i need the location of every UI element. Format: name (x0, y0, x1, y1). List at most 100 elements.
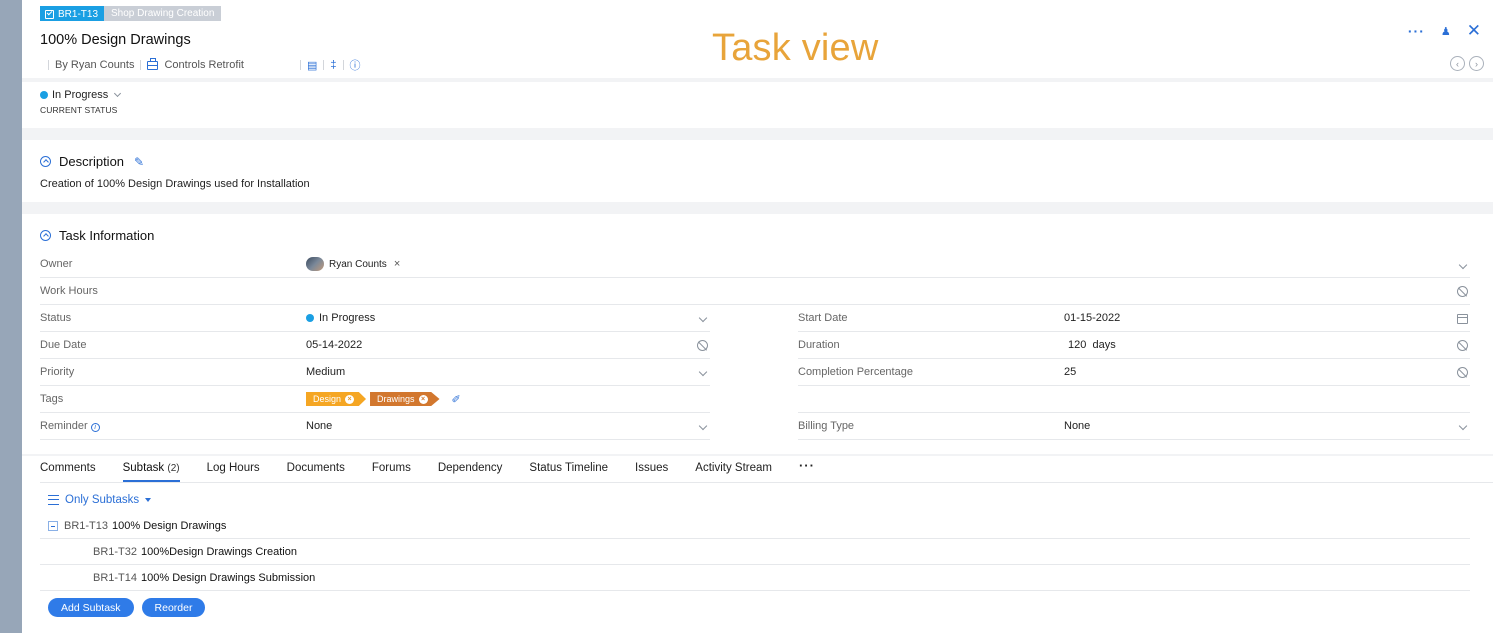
chevron-down-icon[interactable] (698, 421, 708, 432)
subtask-name[interactable]: 100% Design Drawings (112, 520, 226, 532)
priority-value[interactable]: Medium (306, 366, 345, 378)
close-icon[interactable]: ✕ (1467, 22, 1481, 39)
caret-down-icon (145, 498, 152, 502)
reminder-value[interactable]: None (306, 420, 332, 432)
completion-value[interactable]: 25 (1064, 366, 1076, 378)
subtask-parent-row[interactable]: BR1-T13 100% Design Drawings (40, 514, 1470, 539)
due-date-value[interactable]: 05-14-2022 (306, 339, 362, 351)
billing-type-value[interactable]: None (1064, 420, 1090, 432)
tasklist-badge[interactable]: Shop Drawing Creation (104, 6, 222, 21)
status-row[interactable]: Status In Progress (40, 305, 710, 332)
breadcrumb: BR1-T13 Shop Drawing Creation (40, 6, 222, 21)
task-id-badge[interactable]: BR1-T13 (40, 6, 105, 21)
add-subtask-button[interactable]: Add Subtask (48, 598, 134, 617)
subtask-name[interactable]: 100%Design Drawings Creation (141, 546, 297, 558)
due-date-row[interactable]: Due Date 05-14-2022 (40, 332, 710, 359)
owner-value[interactable]: Ryan Counts × (306, 257, 400, 271)
hidden-icon[interactable] (1457, 340, 1468, 354)
status-dot (40, 91, 48, 99)
task-header: BR1-T13 Shop Drawing Creation 100% Desig… (22, 0, 1493, 78)
subtask-row[interactable]: BR1-T14 100% Design Drawings Submission (40, 566, 1470, 591)
collapse-icon[interactable] (40, 156, 51, 167)
reminder-row[interactable]: Reminder i None (40, 413, 710, 440)
subtask-row[interactable]: BR1-T32 100%Design Drawings Creation (40, 540, 1470, 565)
start-date-row[interactable]: Start Date 01-15-2022 (798, 305, 1470, 332)
subtask-id: BR1-T32 (93, 546, 138, 558)
tab-log-hours[interactable]: Log Hours (207, 456, 260, 482)
description-text[interactable]: Creation of 100% Design Drawings used fo… (40, 178, 310, 190)
prev-icon[interactable]: ‹ (1450, 56, 1465, 71)
hidden-icon[interactable] (1457, 286, 1468, 300)
more-icon[interactable]: ··· (1408, 24, 1425, 38)
duration-value[interactable]: 120 days (1068, 339, 1116, 351)
tags-row-spacer (798, 386, 1470, 413)
tab-subtask[interactable]: Subtask (2) (122, 456, 180, 482)
tab-activity-stream[interactable]: Activity Stream (695, 456, 772, 482)
description-header[interactable]: Description ✎ (40, 154, 144, 169)
tag-design[interactable]: Design × (306, 392, 367, 406)
subtask-filter-dropdown[interactable]: Only Subtasks (48, 494, 152, 506)
work-hours-row[interactable]: Work Hours (40, 278, 1470, 305)
start-date-value[interactable]: 01-15-2022 (1064, 312, 1120, 324)
calendar-icon[interactable] (1457, 314, 1468, 327)
edit-icon[interactable]: ✎ (134, 155, 144, 169)
owner-row[interactable]: Owner Ryan Counts × (40, 251, 1470, 278)
chevron-down-icon[interactable] (698, 367, 708, 378)
tab-status-timeline[interactable]: Status Timeline (529, 456, 608, 482)
add-tag-icon[interactable]: ✐ (452, 393, 461, 406)
divider (40, 482, 1493, 483)
tags-row[interactable]: Tags Design × Drawings × ✐ (40, 386, 710, 413)
hidden-icon[interactable] (697, 340, 708, 354)
task-information-section: Task Information Owner Ryan Counts × Wor… (22, 214, 1493, 454)
description-heading: Description (59, 154, 125, 169)
collapse-toggle-icon[interactable] (48, 521, 58, 531)
next-icon[interactable]: › (1469, 56, 1484, 71)
remove-tag-icon[interactable]: × (418, 394, 428, 404)
tab-documents[interactable]: Documents (287, 456, 345, 482)
task-id-label: BR1-T13 (58, 8, 99, 20)
remove-tag-icon[interactable]: × (345, 394, 355, 404)
billing-type-row[interactable]: Billing Type None (798, 413, 1470, 440)
list-icon (48, 495, 59, 505)
chevron-down-icon[interactable] (1458, 421, 1468, 432)
remove-owner-icon[interactable]: × (394, 258, 400, 270)
task-meta: By Ryan Counts Controls Retrofit ▤ ‡ ⓘ (42, 57, 361, 73)
person-share-icon[interactable]: ♟ (1441, 25, 1451, 38)
task-info-header[interactable]: Task Information (40, 228, 154, 243)
completion-row[interactable]: Completion Percentage 25 (798, 359, 1470, 386)
collapse-icon[interactable] (40, 230, 51, 241)
created-by: By Ryan Counts (55, 59, 135, 71)
more-tabs-icon[interactable]: ··· (799, 456, 815, 482)
chevron-down-icon[interactable] (1458, 260, 1468, 271)
attachment-icon[interactable]: ‡ (330, 59, 336, 71)
status-caption: CURRENT STATUS (40, 105, 118, 115)
reorder-button[interactable]: Reorder (141, 598, 206, 617)
work-hours-label: Work Hours (40, 285, 98, 297)
status-card: In Progress CURRENT STATUS (22, 82, 1493, 128)
description-section: Description ✎ Creation of 100% Design Dr… (22, 140, 1493, 202)
task-navigation: ‹ › (1450, 56, 1484, 71)
reminder-label: Reminder i (40, 420, 100, 432)
tab-dependency[interactable]: Dependency (438, 456, 503, 482)
info-icon[interactable]: i (90, 423, 100, 432)
tags-list: Design × Drawings × ✐ (306, 392, 461, 406)
project-link[interactable]: Controls Retrofit (164, 59, 243, 71)
briefcase-icon (147, 57, 159, 70)
tab-issues[interactable]: Issues (635, 456, 668, 482)
info-icon[interactable]: ⓘ (350, 57, 361, 73)
comment-icon[interactable]: ▤ (307, 59, 317, 72)
check-box-icon (45, 9, 54, 19)
page-title[interactable]: 100% Design Drawings (40, 32, 191, 48)
hidden-icon[interactable] (1457, 367, 1468, 381)
tag-drawings[interactable]: Drawings × (370, 392, 440, 406)
chevron-down-icon[interactable] (698, 313, 708, 324)
tabs-section: Comments Subtask (2) Log Hours Documents… (22, 456, 1493, 633)
status-field[interactable]: In Progress (306, 312, 375, 324)
status-dropdown[interactable]: In Progress (40, 89, 122, 101)
tab-forums[interactable]: Forums (372, 456, 411, 482)
billing-type-label: Billing Type (798, 420, 855, 432)
priority-row[interactable]: Priority Medium (40, 359, 710, 386)
subtask-name[interactable]: 100% Design Drawings Submission (141, 572, 315, 584)
duration-row[interactable]: Duration 120 days (798, 332, 1470, 359)
tab-comments[interactable]: Comments (40, 456, 96, 482)
